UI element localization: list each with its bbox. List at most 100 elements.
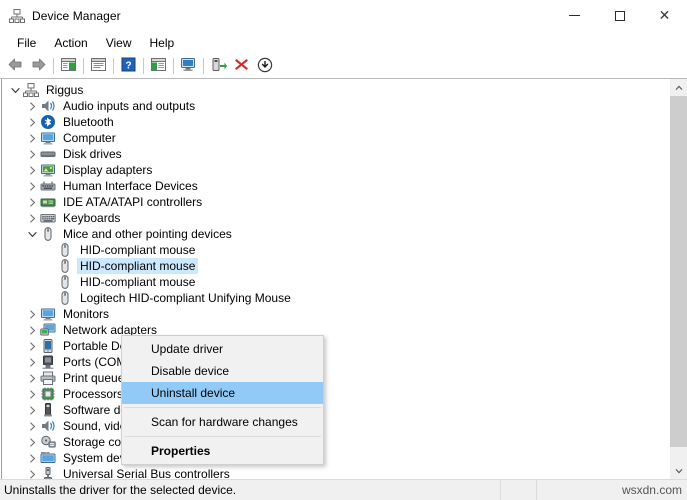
tree-item[interactable]: Universal Serial Bus controllers — [1, 466, 669, 479]
chevron-right-icon[interactable] — [24, 130, 40, 146]
status-message: Uninstalls the driver for the selected d… — [4, 483, 237, 497]
context-menu-item[interactable]: Update driver — [122, 338, 323, 360]
chevron-right-icon[interactable] — [24, 338, 40, 354]
watermark-text: wsxdn.com — [621, 483, 682, 497]
close-button[interactable]: ✕ — [642, 0, 687, 31]
chevron-right-icon[interactable] — [24, 370, 40, 386]
minimize-button[interactable] — [552, 0, 597, 31]
toolbar-forward-button[interactable] — [27, 55, 50, 77]
chevron-right-icon[interactable] — [24, 450, 40, 466]
chevron-right-icon[interactable] — [24, 98, 40, 114]
tree-item-label: HID-compliant mouse — [80, 275, 196, 289]
tree-item[interactable]: Bluetooth — [1, 114, 669, 130]
chevron-right-icon[interactable] — [24, 178, 40, 194]
menu-action[interactable]: Action — [45, 34, 96, 52]
context-menu-item[interactable]: Properties — [122, 440, 323, 462]
tree-item[interactable]: IDE ATA/ATAPI controllers — [1, 194, 669, 210]
tree-item[interactable]: Processors — [1, 386, 669, 402]
context-menu-separator — [124, 407, 321, 408]
tree-item[interactable]: HID-compliant mouse — [1, 242, 669, 258]
chevron-right-icon[interactable] — [24, 402, 40, 418]
chevron-right-icon[interactable] — [24, 434, 40, 450]
tree-item[interactable]: Network adapters — [1, 322, 669, 338]
tree-item-label: Universal Serial Bus controllers — [63, 467, 230, 479]
show-hide-action-pane-icon — [150, 57, 167, 75]
tree-item[interactable]: Ports (COM & LPT) — [1, 354, 669, 370]
tree-item-label: Mice and other pointing devices — [63, 227, 232, 241]
context-menu-item[interactable]: Scan for hardware changes — [122, 411, 323, 433]
chevron-right-icon[interactable] — [24, 322, 40, 338]
toolbar-console-tree-button[interactable] — [57, 55, 80, 77]
menu-file[interactable]: File — [8, 34, 45, 52]
vertical-scrollbar[interactable] — [669, 79, 687, 479]
toolbar-separator — [173, 58, 174, 74]
chevron-down-icon — [675, 468, 682, 473]
device-tree[interactable]: Riggus Audio inputs and outputs Bluetooth C… — [1, 79, 669, 479]
toolbar-separator — [203, 58, 204, 74]
tree-root-item[interactable]: Riggus — [1, 82, 669, 98]
twisty-placeholder — [41, 258, 57, 274]
tree-item[interactable]: Human Interface Devices — [1, 178, 669, 194]
toolbar-update-driver-button[interactable] — [207, 55, 230, 77]
tree-item[interactable]: System devices — [1, 450, 669, 466]
hid-icon — [40, 178, 56, 194]
toolbar-scan-hardware-button[interactable] — [177, 55, 200, 77]
tree-item[interactable]: Keyboards — [1, 210, 669, 226]
tree-item[interactable]: HID-compliant mouse — [1, 274, 669, 290]
tree-item[interactable]: Print queues — [1, 370, 669, 386]
chevron-right-icon[interactable] — [24, 210, 40, 226]
scrollbar-up-button[interactable] — [670, 79, 687, 96]
toolbar-separator — [113, 58, 114, 74]
context-menu-item[interactable]: Uninstall device — [122, 382, 323, 404]
tree-item[interactable]: Storage controllers — [1, 434, 669, 450]
menu-view[interactable]: View — [97, 34, 141, 52]
tree-item-label: Riggus — [46, 83, 84, 97]
chevron-right-icon[interactable] — [24, 354, 40, 370]
tree-item-label: HID-compliant mouse — [77, 258, 199, 274]
software-device-icon — [40, 402, 56, 418]
chevron-down-icon[interactable] — [7, 82, 23, 98]
port-icon — [40, 354, 56, 370]
chevron-right-icon[interactable] — [24, 114, 40, 130]
toolbar-action-pane-button[interactable] — [147, 55, 170, 77]
tree-item[interactable]: Display adapters — [1, 162, 669, 178]
scrollbar-thumb[interactable] — [670, 96, 687, 448]
chevron-down-icon[interactable] — [24, 226, 40, 242]
portable-device-icon — [40, 338, 56, 354]
chevron-up-icon — [675, 85, 682, 90]
menu-help[interactable]: Help — [141, 34, 184, 52]
tree-item[interactable]: Software devices — [1, 402, 669, 418]
tree-item[interactable]: Sound, video and game controllers — [1, 418, 669, 434]
tree-item[interactable]: Portable Devices — [1, 338, 669, 354]
tree-item-label: Computer — [63, 131, 116, 145]
tree-item[interactable]: Monitors — [1, 306, 669, 322]
tree-item[interactable]: HID-compliant mouse — [1, 258, 669, 274]
toolbar-back-button[interactable] — [4, 55, 27, 77]
context-menu-item[interactable]: Disable device — [122, 360, 323, 382]
svg-text:?: ? — [125, 61, 131, 72]
chevron-right-icon[interactable] — [24, 418, 40, 434]
chevron-right-icon[interactable] — [24, 386, 40, 402]
tree-item[interactable]: Disk drives — [1, 146, 669, 162]
tree-item[interactable]: Computer — [1, 130, 669, 146]
tree-item[interactable]: Mice and other pointing devices — [1, 226, 669, 242]
toolbar-uninstall-device-button[interactable] — [230, 55, 253, 77]
toolbar-properties-button[interactable] — [87, 55, 110, 77]
back-icon — [7, 57, 24, 75]
context-menu[interactable]: Update driver Disable device Uninstall dev… — [121, 335, 324, 465]
chevron-right-icon[interactable] — [24, 466, 40, 479]
chevron-right-icon[interactable] — [24, 162, 40, 178]
scrollbar-track[interactable] — [670, 96, 687, 462]
context-menu-item-label: Disable device — [151, 364, 230, 378]
scrollbar-down-button[interactable] — [670, 462, 687, 479]
toolbar-disable-device-button[interactable] — [253, 55, 276, 77]
context-menu-items: Update driver Disable device Uninstall dev… — [122, 338, 323, 462]
chevron-right-icon[interactable] — [24, 306, 40, 322]
chevron-right-icon[interactable] — [24, 146, 40, 162]
tree-item-label: Human Interface Devices — [63, 179, 198, 193]
toolbar-help-button[interactable]: ? — [117, 55, 140, 77]
tree-item[interactable]: Logitech HID-compliant Unifying Mouse — [1, 290, 669, 306]
tree-item[interactable]: Audio inputs and outputs — [1, 98, 669, 114]
maximize-button[interactable] — [597, 0, 642, 31]
chevron-right-icon[interactable] — [24, 194, 40, 210]
